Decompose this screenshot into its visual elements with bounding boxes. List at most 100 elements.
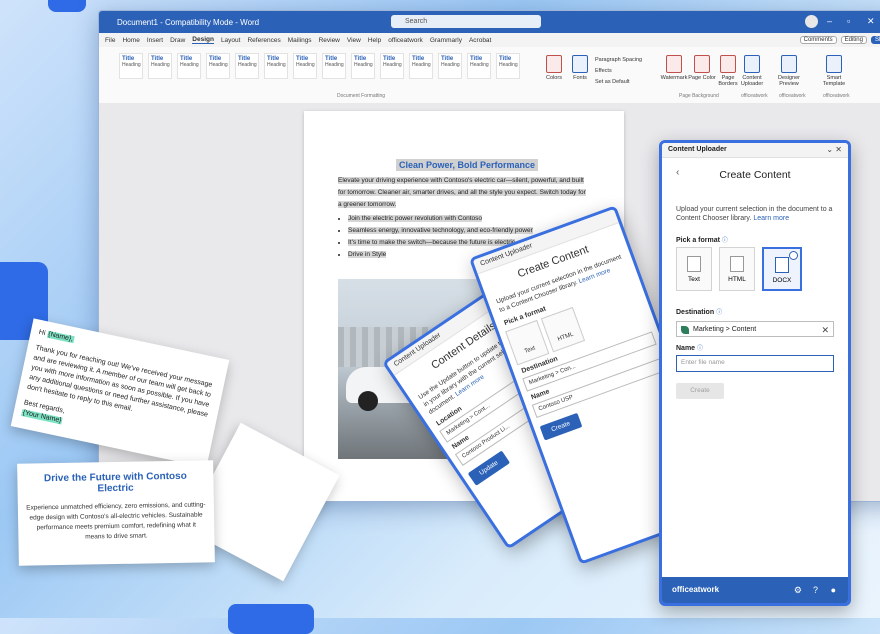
list-item: Seamless energy, innovative technology, … <box>348 227 533 234</box>
effects-button[interactable]: Effects <box>595 66 642 77</box>
style-thumb[interactable]: Title Heading <box>409 53 433 79</box>
maximize-icon[interactable]: ▫ <box>847 16 850 26</box>
text-file-icon <box>687 256 701 272</box>
page-background-label: Page Background <box>679 93 719 99</box>
content-uploader-panel: Content Uploader ⌄ ✕ ‹ Create Content Up… <box>659 140 851 606</box>
share-button[interactable]: Share <box>870 36 880 44</box>
upload-icon <box>744 55 760 73</box>
template-icon <box>826 55 842 73</box>
list-item: Drive in Style <box>348 251 387 258</box>
destination-label: Destination ⓘ <box>676 309 723 316</box>
paragraph-spacing-button[interactable]: Paragraph Spacing <box>595 55 642 66</box>
learn-more-link[interactable]: Learn more <box>753 215 789 222</box>
info-icon[interactable]: ⓘ <box>722 238 728 244</box>
destination-field[interactable]: Marketing > Content ✕ <box>676 321 834 337</box>
designer-preview-button[interactable]: Designer Preview <box>771 55 807 87</box>
docx-file-icon <box>775 257 789 273</box>
smart-template-button[interactable]: Smart Template <box>819 55 849 87</box>
radio-selected-icon <box>789 251 798 260</box>
menu-draw[interactable]: Draw <box>170 37 185 44</box>
help-icon[interactable]: ? <box>813 577 818 603</box>
decor-blob-top <box>48 0 86 12</box>
menu-review[interactable]: Review <box>319 37 340 44</box>
group-label: officeatwork <box>741 93 768 99</box>
clear-icon[interactable]: ✕ <box>821 322 829 338</box>
panel-title: Create Content <box>719 169 791 181</box>
close-icon[interactable]: ✕ <box>867 16 875 27</box>
minimize-icon[interactable]: – <box>827 16 832 26</box>
menu-design[interactable]: Design <box>192 36 214 44</box>
style-thumb[interactable]: Title Heading <box>322 53 346 79</box>
brand-logo: officeatwork <box>672 585 720 594</box>
style-thumb[interactable]: Title Heading <box>467 53 491 79</box>
watermark-icon <box>666 55 682 73</box>
menu-file[interactable]: File <box>105 37 115 44</box>
menu-mailings[interactable]: Mailings <box>288 37 312 44</box>
style-thumb[interactable]: Title Heading <box>380 53 404 79</box>
doc-formatting-label: Document Formatting <box>337 93 386 99</box>
style-thumb[interactable]: Title Heading <box>351 53 375 79</box>
menu-home[interactable]: Home <box>122 37 139 44</box>
panel-controls[interactable]: ⌄ ✕ <box>826 143 842 157</box>
create-button[interactable]: Create <box>676 383 724 399</box>
group-label: officeatwork <box>823 93 850 99</box>
wheel-shape <box>358 391 378 411</box>
menu-grammarly[interactable]: Grammarly <box>430 37 462 44</box>
style-thumb[interactable]: Title Heading <box>293 53 317 79</box>
style-gallery: Title Heading Title Heading Title Heading T… <box>119 53 520 79</box>
format-html-tile[interactable]: HTML <box>719 247 755 291</box>
style-thumb[interactable]: Title Heading <box>235 53 259 79</box>
file-name-input[interactable]: Enter file name <box>676 355 834 372</box>
menu-bar: File Home Insert Draw Design Layout Refe… <box>99 33 880 47</box>
list-item: Join the electric power revolution with … <box>348 215 483 222</box>
style-thumb[interactable]: Title Heading <box>264 53 288 79</box>
doc-paragraph: Elevate your driving experience with Con… <box>338 177 586 208</box>
style-thumb[interactable]: Title Heading <box>206 53 230 79</box>
colors-icon <box>546 55 562 73</box>
editing-button[interactable]: Editing <box>840 36 867 44</box>
ad-title: Drive the Future with Contoso Electric <box>43 470 187 495</box>
list-item: It's time to make the switch—because the… <box>348 239 516 246</box>
menu-references[interactable]: References <box>247 37 280 44</box>
ad-body: Experience unmatched efficiency, zero em… <box>26 501 206 541</box>
style-thumb[interactable]: Title Heading <box>148 53 172 79</box>
style-thumb[interactable]: Title Heading <box>496 53 520 79</box>
menu-help[interactable]: Help <box>368 37 381 44</box>
info-icon[interactable]: ⓘ <box>716 310 722 316</box>
format-text[interactable]: Text <box>505 319 550 366</box>
format-html[interactable]: HTML <box>540 306 586 353</box>
content-uploader-button[interactable]: Content Uploader <box>737 55 767 87</box>
menu-layout[interactable]: Layout <box>221 37 241 44</box>
style-thumb[interactable]: Title Heading <box>177 53 201 79</box>
page-color-icon <box>694 55 710 73</box>
fonts-button[interactable]: Fonts <box>565 55 595 81</box>
html-file-icon <box>730 256 744 272</box>
name-label: Name ⓘ <box>676 345 704 352</box>
settings-icon[interactable]: ⚙ <box>794 577 802 603</box>
menu-insert[interactable]: Insert <box>147 37 163 44</box>
set-default-button[interactable]: Set as Default <box>595 77 642 88</box>
format-docx-tile[interactable]: DOCX <box>762 247 802 291</box>
comments-button[interactable]: Comments <box>799 36 837 44</box>
style-thumb[interactable]: Title Heading <box>119 53 143 79</box>
pick-format-label: Pick a format ⓘ <box>676 237 728 244</box>
info-icon[interactable]: ⓘ <box>697 346 703 352</box>
avatar[interactable] <box>805 15 818 28</box>
watermark-button[interactable]: Watermark <box>659 55 689 81</box>
style-thumb[interactable]: Title Heading <box>438 53 462 79</box>
panel-description: Upload your current selection in the doc… <box>676 206 833 222</box>
profile-icon[interactable]: ● <box>831 577 836 603</box>
create-button[interactable]: Create <box>539 412 582 441</box>
decor-blob-bottom <box>228 604 314 634</box>
title-bar: Document1 - Compatibility Mode - Word Se… <box>99 11 880 33</box>
spacing-menu: Paragraph Spacing Effects Set as Default <box>595 55 642 88</box>
fonts-icon <box>572 55 588 73</box>
menu-officeatwork[interactable]: officeatwork <box>388 37 423 44</box>
format-text-tile[interactable]: Text <box>676 247 712 291</box>
name-tag: {Name}, <box>46 330 75 344</box>
menu-view[interactable]: View <box>347 37 361 44</box>
search-input[interactable]: Search <box>391 15 541 28</box>
page-borders-icon <box>720 55 736 73</box>
designer-icon <box>781 55 797 73</box>
menu-acrobat[interactable]: Acrobat <box>469 37 491 44</box>
